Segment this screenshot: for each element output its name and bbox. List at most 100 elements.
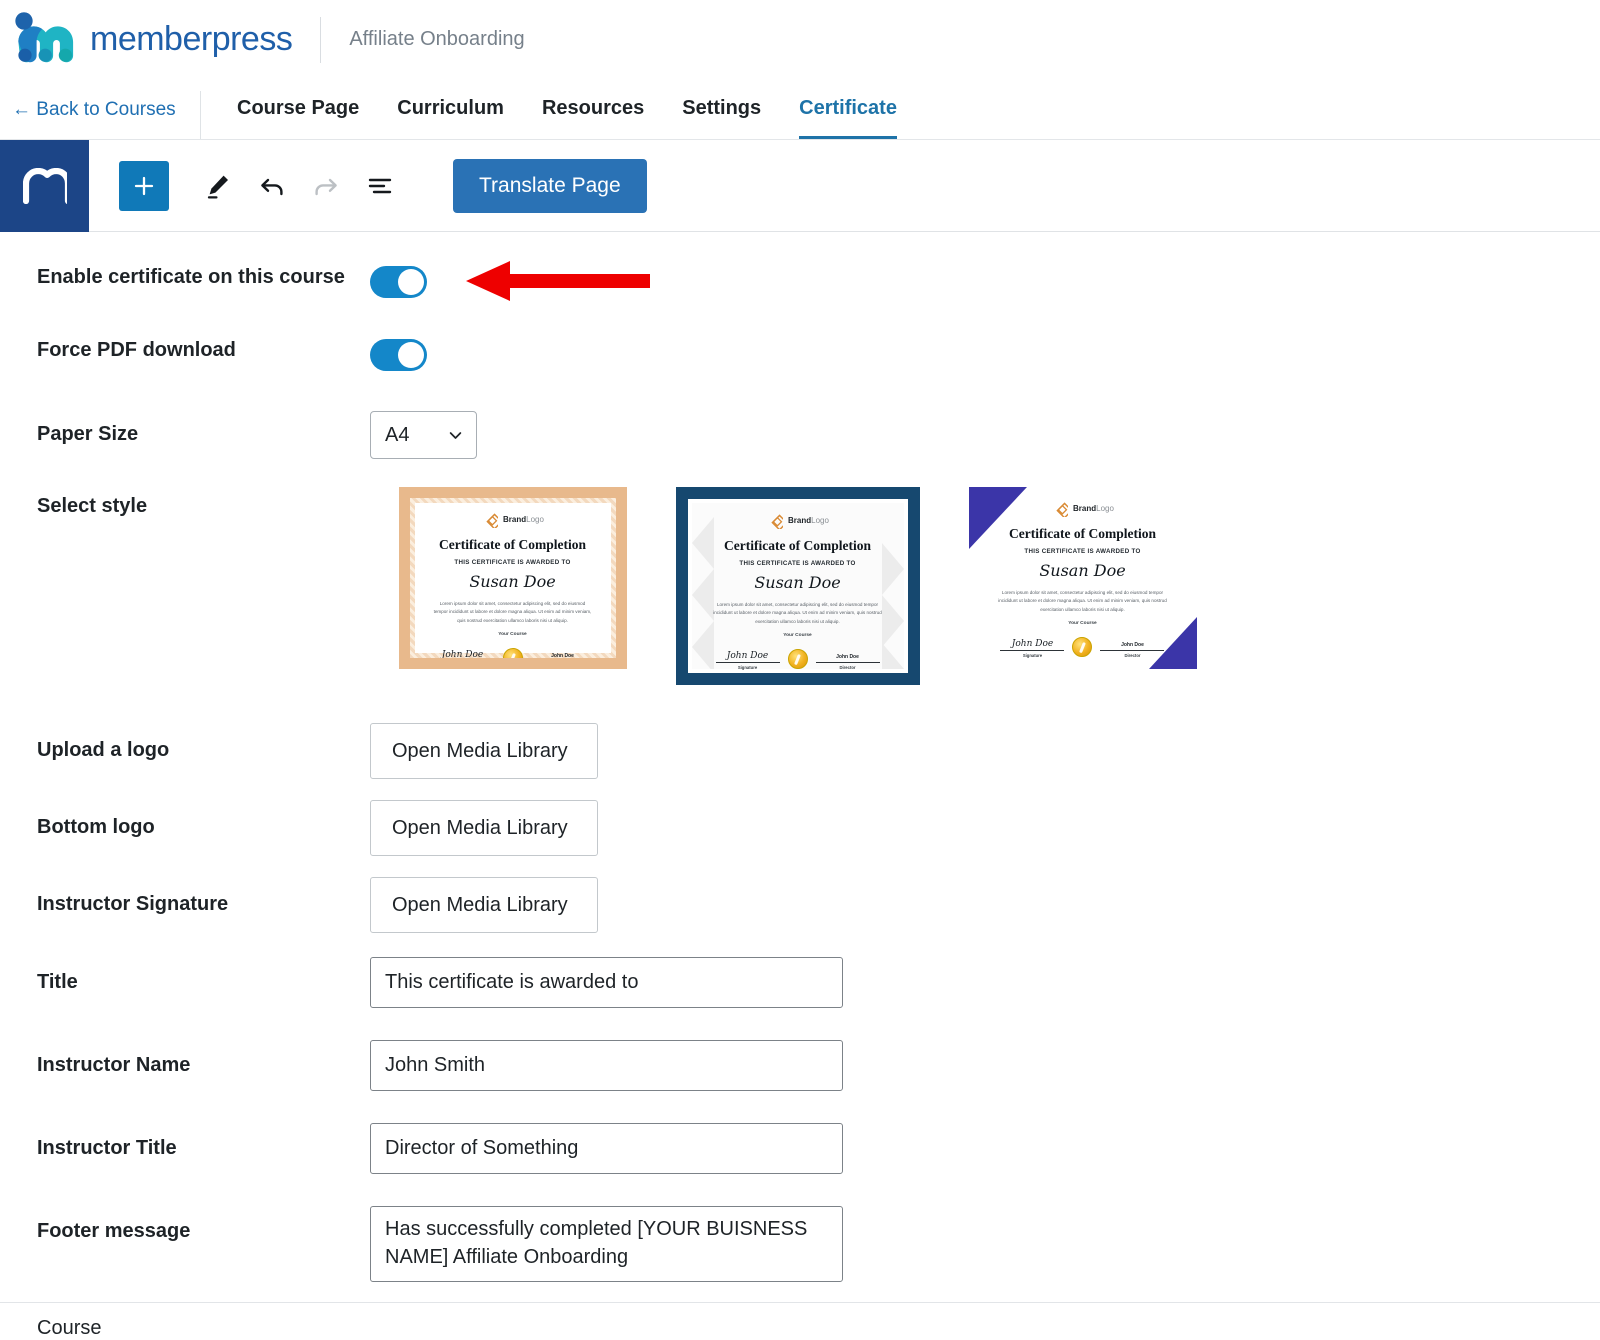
brand-logo-text: BrandLogo bbox=[503, 515, 544, 524]
instructor-name-input[interactable] bbox=[370, 1040, 843, 1091]
label-enable-certificate: Enable certificate on this course bbox=[37, 266, 345, 288]
brand-header: memberpress Affiliate Onboarding bbox=[0, 0, 1600, 79]
director-block: John Doe Director bbox=[1100, 642, 1165, 659]
tab-settings[interactable]: Settings bbox=[682, 97, 761, 139]
row-instructor-name: Instructor Name bbox=[0, 1040, 1600, 1091]
memberpress-m-logo-icon bbox=[15, 11, 74, 62]
row-footer-message: Footer message Has successfully complete… bbox=[0, 1206, 1600, 1287]
redo-button[interactable] bbox=[299, 159, 353, 213]
list-view-icon bbox=[368, 178, 392, 193]
toggle-knob bbox=[398, 269, 424, 295]
brand-name: memberpress bbox=[90, 20, 293, 58]
brand-light: Logo bbox=[811, 516, 829, 525]
instructor-signature-media-button[interactable]: Open Media Library bbox=[370, 877, 598, 933]
director-caption: Director bbox=[839, 665, 856, 671]
certificate-style-option-purple[interactable]: BrandLogo Certificate of Completion THIS… bbox=[968, 487, 1197, 669]
control-paper-size: A4 bbox=[370, 411, 1600, 459]
brand-bold: Brand bbox=[788, 516, 812, 525]
brand-light: Logo bbox=[526, 515, 544, 524]
back-to-courses-link[interactable]: ← Back to Courses bbox=[0, 99, 200, 139]
director-caption: Director bbox=[1124, 653, 1141, 659]
list-view-button[interactable] bbox=[353, 159, 407, 213]
memberpress-logo[interactable]: memberpress bbox=[14, 11, 293, 68]
instructor-title-input[interactable] bbox=[370, 1123, 843, 1174]
brand-logo-text: BrandLogo bbox=[1073, 504, 1114, 513]
certificate-brand-logo: BrandLogo bbox=[1051, 500, 1114, 517]
label-force-pdf: Force PDF download bbox=[37, 339, 236, 361]
tab-curriculum[interactable]: Curriculum bbox=[397, 97, 504, 139]
tab-resources[interactable]: Resources bbox=[542, 97, 644, 139]
label-footer-message: Footer message bbox=[37, 1220, 191, 1242]
signature-caption: Signature bbox=[452, 664, 473, 669]
row-enable-certificate: Enable certificate on this course bbox=[0, 266, 1600, 303]
certificate-title: Certificate of Completion bbox=[1009, 526, 1156, 541]
director-line bbox=[1100, 650, 1165, 652]
label-instructor-signature: Instructor Signature bbox=[37, 893, 229, 915]
signature-line bbox=[715, 662, 780, 664]
director-block: John Doe Director bbox=[531, 654, 595, 669]
brand-light: Logo bbox=[1096, 504, 1114, 513]
title-input[interactable] bbox=[370, 957, 843, 1008]
brand-diamond-icon bbox=[1056, 502, 1069, 517]
undo-button[interactable] bbox=[245, 159, 299, 213]
editor-site-logo-button[interactable] bbox=[0, 139, 89, 232]
course-tabs: Course Page Curriculum Resources Setting… bbox=[201, 97, 897, 139]
control-force-pdf bbox=[370, 339, 1600, 376]
certificate-subtitle: THIS CERTIFICATE IS AWARDED TO bbox=[739, 560, 856, 567]
director-line bbox=[815, 662, 880, 664]
certificate-subtitle: THIS CERTIFICATE IS AWARDED TO bbox=[454, 559, 571, 566]
certificate-style-option-ornate[interactable]: BrandLogo Certificate of Completion THIS… bbox=[398, 487, 627, 669]
row-select-style: Select style BrandLogo Certificate of Co… bbox=[0, 487, 1600, 685]
certificate-signature-row: John Doe Signature John Doe Director bbox=[424, 648, 601, 669]
control-title bbox=[370, 957, 1600, 1008]
label-instructor-name: Instructor Name bbox=[37, 1054, 191, 1076]
gold-seal-icon bbox=[1072, 637, 1093, 658]
certificate-style-slot: BrandLogo Certificate of Completion THIS… bbox=[370, 487, 655, 669]
certificate-content: BrandLogo Certificate of Completion THIS… bbox=[688, 499, 908, 673]
brand-bold: Brand bbox=[1073, 504, 1097, 513]
control-bottom-logo: Open Media Library bbox=[370, 800, 1600, 856]
signature-block: John Doe Signature bbox=[715, 651, 780, 670]
certificate-signature-row: John Doe Signature John Doe Director bbox=[703, 649, 892, 670]
signature-block: John Doe Signature bbox=[1000, 640, 1065, 658]
certificate-subtitle: THIS CERTIFICATE IS AWARDED TO bbox=[1024, 548, 1141, 555]
gold-seal-icon bbox=[502, 648, 523, 658]
bottom-logo-media-button[interactable]: Open Media Library bbox=[370, 800, 598, 856]
certificate-title: Certificate of Completion bbox=[724, 538, 871, 553]
footer-message-textarea[interactable]: Has successfully completed [YOUR BUISNES… bbox=[370, 1206, 843, 1282]
force-pdf-toggle[interactable] bbox=[370, 339, 427, 371]
memberpress-m-icon bbox=[22, 167, 67, 204]
director-caption: Director bbox=[554, 664, 571, 669]
signature-scrawl: John Doe bbox=[726, 651, 769, 662]
certificate-style-slot: BrandLogo Certificate of Completion THIS… bbox=[655, 487, 940, 685]
gold-seal-icon bbox=[787, 649, 808, 670]
certificate-course: Your Course bbox=[783, 633, 812, 639]
header-divider bbox=[320, 16, 322, 63]
label-instructor-title: Instructor Title bbox=[37, 1137, 177, 1159]
certificate-body: Lorem ipsum dolor sit amet, consectetur … bbox=[713, 602, 882, 624]
enable-certificate-toggle[interactable] bbox=[370, 266, 427, 298]
upload-logo-media-button[interactable]: Open Media Library bbox=[370, 723, 598, 779]
certificate-style-option-navy[interactable]: BrandLogo Certificate of Completion THIS… bbox=[675, 487, 920, 685]
label-paper-size: Paper Size bbox=[37, 423, 139, 445]
add-block-button[interactable] bbox=[119, 160, 169, 211]
certificate-brand-logo: BrandLogo bbox=[766, 512, 829, 529]
certificate-content: BrandLogo Certificate of Completion THIS… bbox=[410, 498, 616, 658]
certificate-recipient: Susan Doe bbox=[1039, 561, 1126, 580]
signature-line bbox=[1000, 650, 1065, 652]
tab-course-page[interactable]: Course Page bbox=[237, 97, 359, 139]
translate-page-button[interactable]: Translate Page bbox=[453, 158, 647, 213]
certificate-brand-logo: BrandLogo bbox=[481, 511, 544, 528]
redo-arrow-icon bbox=[315, 178, 337, 195]
certificate-signature-row: John Doe Signature John Doe Director bbox=[984, 637, 1180, 658]
toolbar-buttons: Translate Page bbox=[89, 158, 647, 213]
paper-size-select[interactable]: A4 bbox=[370, 411, 477, 459]
label-bottom-logo: Bottom logo bbox=[37, 816, 155, 838]
paper-size-value: A4 bbox=[385, 423, 410, 446]
control-instructor-signature: Open Media Library bbox=[370, 877, 1600, 933]
control-instructor-name bbox=[370, 1040, 1600, 1091]
director-name: John Doe bbox=[1121, 642, 1144, 649]
edit-tool-button[interactable] bbox=[191, 159, 245, 213]
tab-certificate[interactable]: Certificate bbox=[799, 97, 897, 139]
certificate-course: Your Course bbox=[1068, 621, 1097, 627]
